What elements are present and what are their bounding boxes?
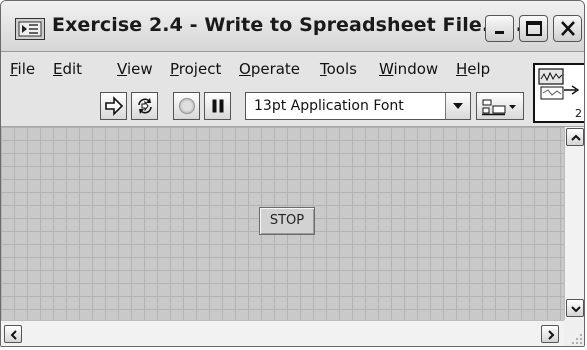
waveform-vi-icon	[538, 68, 580, 100]
minimize-icon	[495, 31, 504, 34]
font-selector-value: 13pt Application Font	[254, 98, 404, 114]
chevron-down-icon	[453, 103, 463, 109]
menu-window[interactable]: Window	[379, 60, 438, 78]
abort-icon	[178, 97, 196, 115]
align-objects-icon	[482, 99, 516, 116]
connector-pane-icon[interactable]: 2	[533, 63, 584, 123]
front-panel-canvas[interactable]: STOP	[1, 127, 564, 320]
connector-pane-number: 2	[575, 107, 582, 120]
abort-button[interactable]	[173, 92, 200, 120]
close-icon	[561, 21, 575, 36]
minimize-button[interactable]	[485, 15, 514, 42]
chevron-right-icon	[548, 330, 555, 340]
window-title: Exercise 2.4 - Write to Spreadsheet File…	[52, 14, 531, 36]
pause-button[interactable]	[204, 92, 231, 120]
run-continuously-button[interactable]	[131, 92, 158, 120]
scroll-right-button[interactable]	[541, 325, 559, 343]
stop-button[interactable]: STOP	[259, 207, 315, 235]
text-settings-dropdown[interactable]: 13pt Application Font	[245, 92, 471, 120]
title-bar[interactable]: Exercise 2.4 - Write to Spreadsheet File…	[1, 1, 584, 52]
menu-operate[interactable]: Operate	[239, 60, 300, 78]
toolbar: 13pt Application Font	[1, 84, 584, 127]
chevron-down-icon	[571, 306, 581, 313]
run-arrow-icon	[105, 96, 124, 116]
run-continuously-icon	[138, 98, 152, 114]
menu-file[interactable]: File	[10, 60, 35, 78]
vi-icon	[15, 18, 45, 40]
scroll-up-button[interactable]	[566, 128, 584, 146]
align-objects-button[interactable]	[476, 92, 524, 120]
maximize-button[interactable]	[519, 15, 548, 42]
menu-view[interactable]: View	[117, 60, 153, 78]
resize-grip[interactable]	[564, 320, 584, 346]
menu-project[interactable]: Project	[170, 60, 221, 78]
font-dropdown-arrow[interactable]	[445, 93, 470, 119]
vertical-scrollbar[interactable]	[564, 127, 584, 320]
maximize-icon	[526, 21, 542, 36]
scroll-left-button[interactable]	[4, 325, 22, 343]
close-button[interactable]	[553, 15, 582, 42]
menu-bar: File Edit View Project Operate Tools Win…	[1, 52, 584, 84]
chevron-up-icon	[571, 134, 581, 141]
pause-icon	[212, 99, 224, 113]
menu-edit[interactable]: Edit	[53, 60, 82, 78]
run-button[interactable]	[100, 92, 127, 120]
scroll-down-button[interactable]	[566, 299, 584, 317]
menu-tools[interactable]: Tools	[320, 60, 357, 78]
resize-grip-icon	[572, 334, 582, 344]
labview-front-panel-window: Exercise 2.4 - Write to Spreadsheet File…	[0, 0, 585, 347]
menu-help[interactable]: Help	[456, 60, 490, 78]
horizontal-scrollbar[interactable]	[1, 320, 564, 346]
chevron-left-icon	[10, 330, 17, 340]
